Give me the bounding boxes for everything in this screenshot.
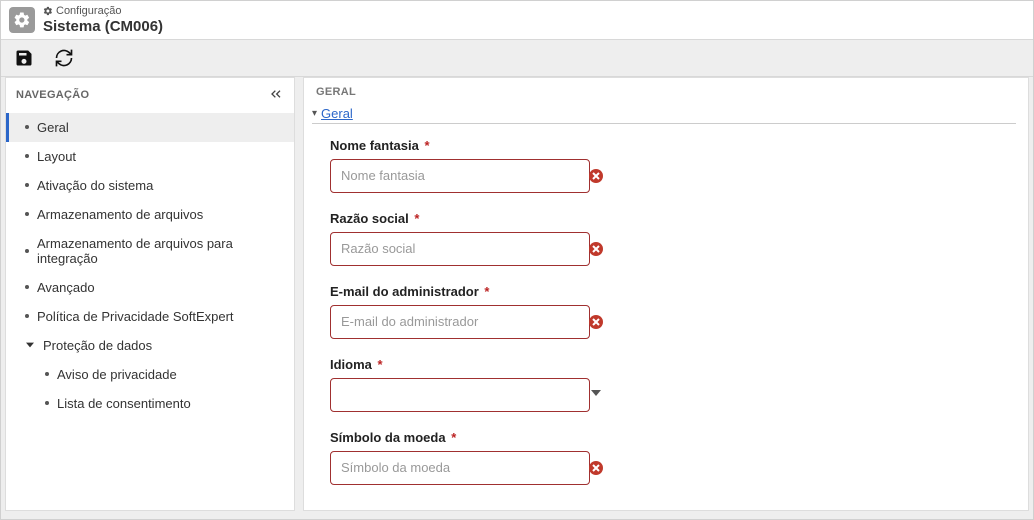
- sidebar-item-armazenamento-integracao[interactable]: Armazenamento de arquivos para integraçã…: [6, 229, 294, 273]
- caret-down-icon: ▾: [312, 108, 317, 119]
- sidebar: NAVEGAÇÃO Geral Layout Ativação do siste…: [5, 77, 295, 511]
- idioma-select[interactable]: [330, 378, 590, 412]
- sidebar-item-politica-privacidade[interactable]: Política de Privacidade SoftExpert: [6, 302, 294, 331]
- toolbar: [1, 39, 1033, 77]
- section-title: Geral: [321, 106, 353, 121]
- sidebar-item-label: Armazenamento de arquivos para integraçã…: [37, 236, 284, 266]
- sidebar-item-label: Ativação do sistema: [37, 178, 153, 193]
- app-shell: Configuração Sistema (CM006) NAVEGAÇÃO: [0, 0, 1034, 520]
- breadcrumb: Configuração: [43, 5, 163, 18]
- sidebar-item-armazenamento[interactable]: Armazenamento de arquivos: [6, 200, 294, 229]
- page-title: Sistema (CM006): [43, 18, 163, 35]
- error-icon: [588, 241, 604, 257]
- sidebar-item-label: Armazenamento de arquivos: [37, 207, 203, 222]
- chevrons-left-icon: [268, 86, 284, 102]
- sidebar-item-layout[interactable]: Layout: [6, 142, 294, 171]
- sidebar-title: NAVEGAÇÃO: [16, 89, 89, 101]
- sidebar-item-aviso-privacidade[interactable]: Aviso de privacidade: [6, 360, 294, 389]
- required-indicator: *: [374, 357, 383, 372]
- razao-social-input[interactable]: [330, 232, 590, 266]
- bullet-icon: [25, 212, 29, 216]
- sidebar-item-label: Avançado: [37, 280, 95, 295]
- sidebar-item-label: Lista de consentimento: [57, 396, 191, 411]
- field-nome-fantasia: Nome fantasia *: [330, 138, 612, 193]
- module-icon: [9, 7, 35, 33]
- field-label: Razão social *: [330, 211, 612, 226]
- sidebar-item-protecao-dados[interactable]: Proteção de dados: [6, 331, 294, 360]
- sidebar-item-label: Geral: [37, 120, 69, 135]
- email-admin-input[interactable]: [330, 305, 590, 339]
- error-icon: [588, 314, 604, 330]
- bullet-icon: [25, 314, 29, 318]
- sidebar-item-label: Layout: [37, 149, 76, 164]
- refresh-button[interactable]: [53, 47, 75, 69]
- bullet-icon: [45, 372, 49, 376]
- required-indicator: *: [448, 430, 457, 445]
- error-icon: [588, 460, 604, 476]
- section-header[interactable]: ▾ Geral: [312, 106, 1016, 124]
- sidebar-item-label: Política de Privacidade SoftExpert: [37, 309, 234, 324]
- bullet-icon: [25, 249, 29, 253]
- field-label: E-mail do administrador *: [330, 284, 612, 299]
- sidebar-header: NAVEGAÇÃO: [6, 78, 294, 113]
- required-indicator: *: [481, 284, 490, 299]
- page-header: Configuração Sistema (CM006): [1, 1, 1033, 39]
- sidebar-item-geral[interactable]: Geral: [6, 113, 294, 142]
- input-wrap: [330, 305, 612, 339]
- bullet-icon: [25, 154, 29, 158]
- sidebar-item-avancado[interactable]: Avançado: [6, 273, 294, 302]
- field-label: Nome fantasia *: [330, 138, 612, 153]
- sidebar-item-ativacao[interactable]: Ativação do sistema: [6, 171, 294, 200]
- input-wrap: [330, 159, 612, 193]
- chevron-down-icon: [590, 387, 602, 402]
- field-simbolo-moeda: Símbolo da moeda *: [330, 430, 612, 485]
- input-wrap: [330, 232, 612, 266]
- field-email-admin: E-mail do administrador *: [330, 284, 612, 339]
- error-icon: [588, 168, 604, 184]
- sidebar-item-lista-consentimento[interactable]: Lista de consentimento: [6, 389, 294, 418]
- form-geral: Nome fantasia * Razão social *: [312, 138, 612, 485]
- body: NAVEGAÇÃO Geral Layout Ativação do siste…: [1, 77, 1033, 519]
- field-idioma: Idioma *: [330, 357, 612, 412]
- breadcrumb-label: Configuração: [56, 5, 121, 18]
- field-label: Símbolo da moeda *: [330, 430, 612, 445]
- nome-fantasia-input[interactable]: [330, 159, 590, 193]
- panel-title: GERAL: [304, 78, 1028, 106]
- nav-list: Geral Layout Ativação do sistema Armazen…: [6, 113, 294, 418]
- sidebar-item-label: Proteção de dados: [43, 338, 152, 353]
- bullet-icon: [45, 401, 49, 405]
- required-indicator: *: [411, 211, 420, 226]
- field-razao-social: Razão social *: [330, 211, 612, 266]
- sidebar-collapse-button[interactable]: [268, 86, 284, 105]
- save-icon: [14, 48, 34, 68]
- refresh-icon: [54, 48, 74, 68]
- input-wrap: [330, 378, 612, 412]
- save-button[interactable]: [13, 47, 35, 69]
- caret-down-icon: [25, 341, 35, 349]
- field-label: Idioma *: [330, 357, 612, 372]
- bullet-icon: [25, 125, 29, 129]
- main-panel: GERAL ▾ Geral Nome fantasia *: [303, 77, 1029, 511]
- header-text: Configuração Sistema (CM006): [43, 5, 163, 35]
- bullet-icon: [25, 285, 29, 289]
- required-indicator: *: [421, 138, 430, 153]
- bullet-icon: [25, 183, 29, 187]
- input-wrap: [330, 451, 612, 485]
- gear-icon: [43, 6, 53, 16]
- simbolo-moeda-input[interactable]: [330, 451, 590, 485]
- panel-scroll[interactable]: ▾ Geral Nome fantasia *: [304, 106, 1028, 510]
- sidebar-item-label: Aviso de privacidade: [57, 367, 177, 382]
